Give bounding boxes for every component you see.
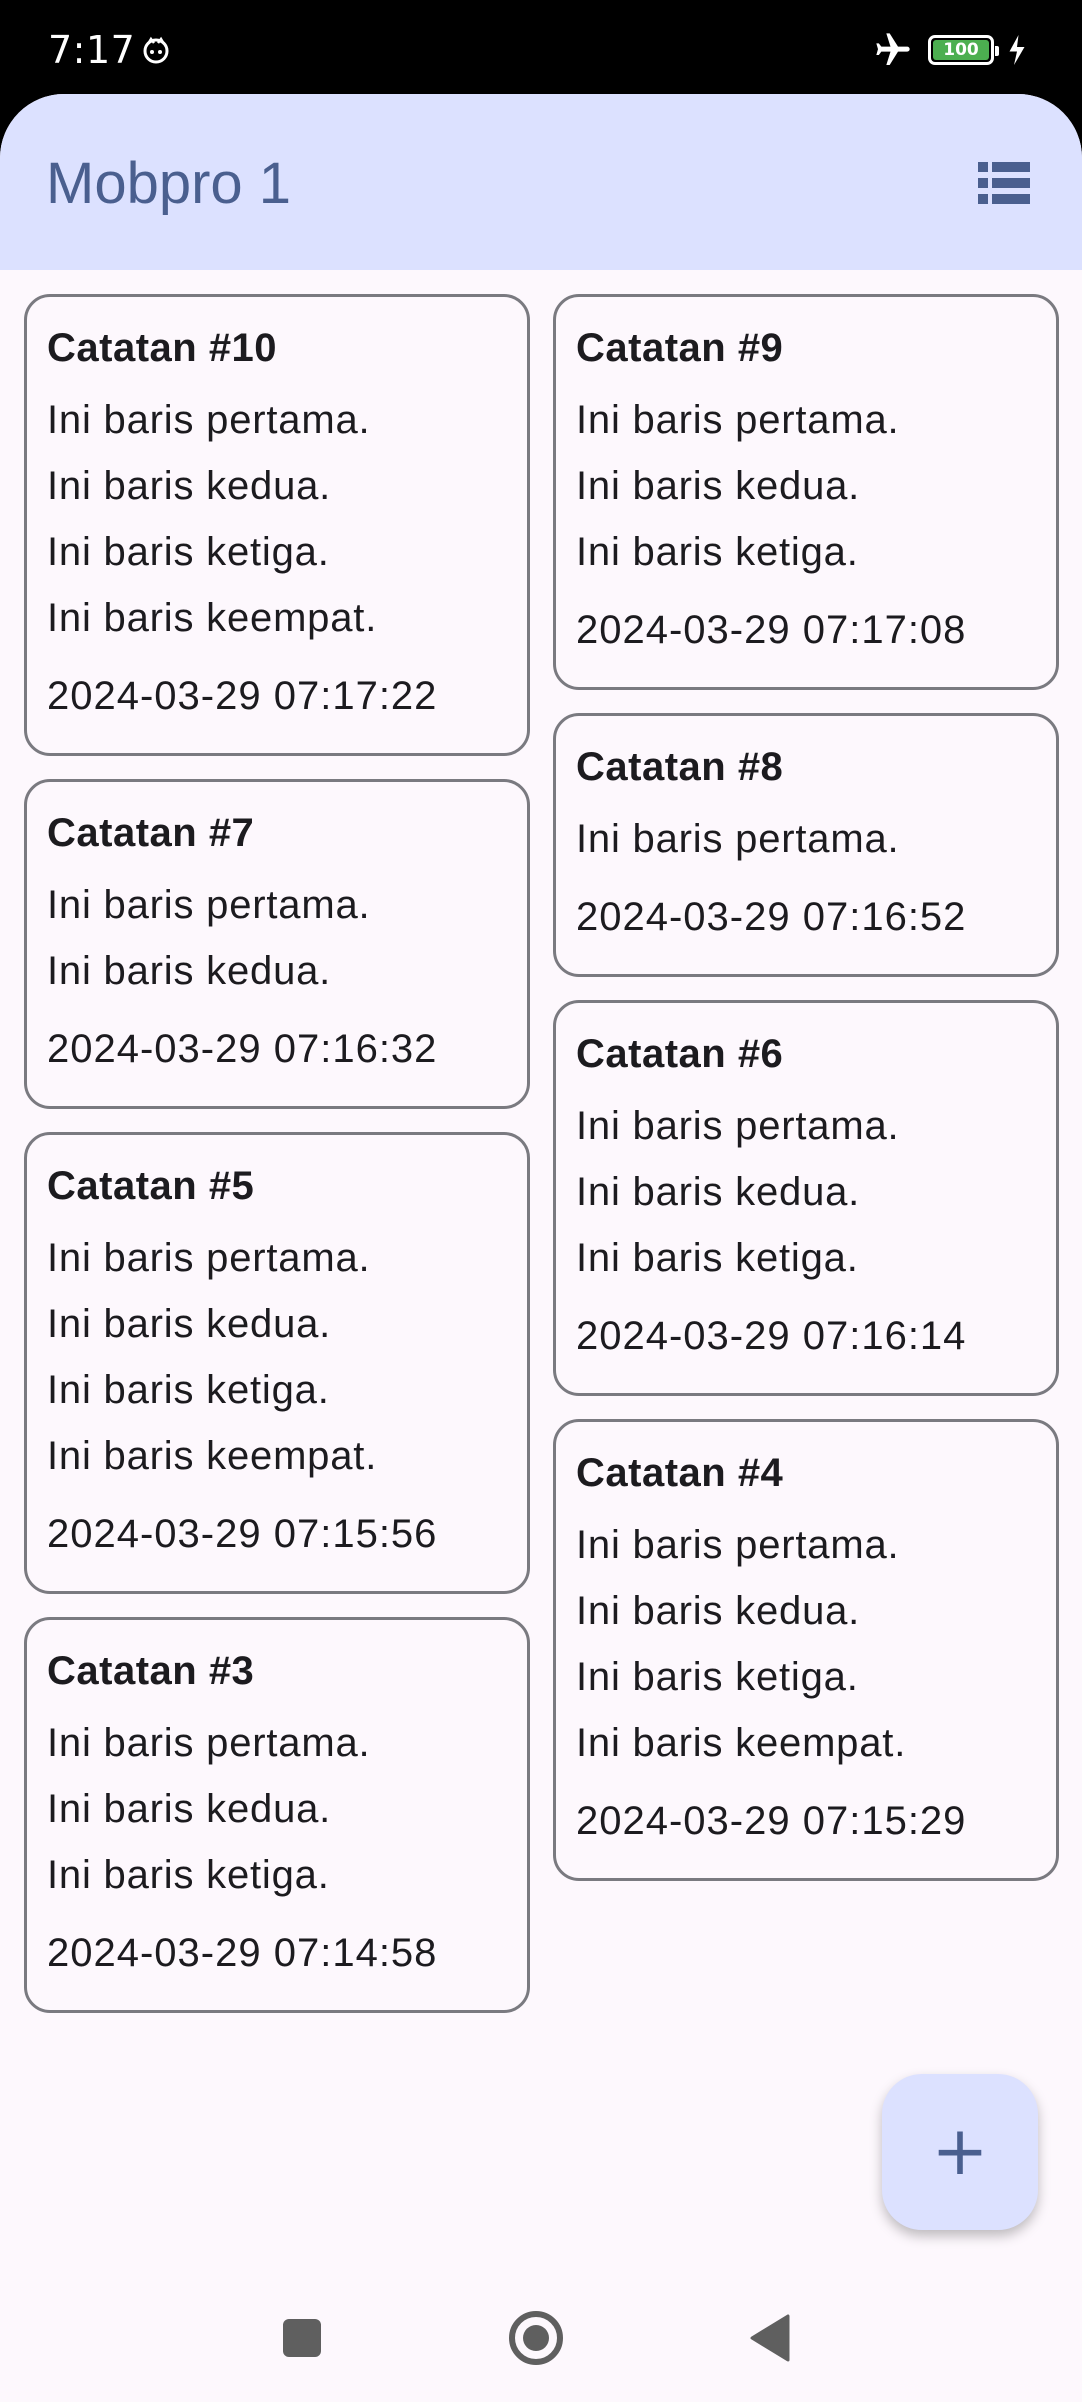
note-card[interactable]: Catatan #6 Ini baris pertama. Ini baris … (553, 1000, 1059, 1396)
note-line: Ini baris pertama. (47, 1721, 371, 1765)
status-icons: 100 (872, 30, 1026, 70)
add-note-button[interactable]: + (882, 2074, 1038, 2230)
airplane-icon (876, 33, 910, 65)
note-line: Ini baris kedua. (576, 1170, 861, 1214)
note-date: 2024-03-29 07:16:32 (47, 1027, 438, 1071)
recents-square-icon[interactable] (266, 2302, 338, 2374)
note-line: Ini baris kedua. (47, 949, 332, 993)
note-card[interactable]: Catatan #8 Ini baris pertama. 2024-03-29… (553, 713, 1059, 977)
note-title: Catatan #7 (47, 811, 255, 855)
app-title: Mobpro 1 (46, 151, 292, 216)
note-line: Ini baris ketiga. (47, 1368, 330, 1412)
note-line: Ini baris pertama. (47, 398, 371, 442)
note-line: Ini baris ketiga. (47, 530, 330, 574)
note-card[interactable]: Catatan #7 Ini baris pertama. Ini baris … (24, 779, 530, 1109)
note-line: Ini baris pertama. (47, 883, 371, 927)
note-line: Ini baris ketiga. (576, 1655, 859, 1699)
cat-face-icon (143, 36, 169, 64)
system-nav-bar (0, 2274, 1082, 2402)
note-title: Catatan #6 (576, 1032, 784, 1076)
note-title: Catatan #4 (576, 1451, 784, 1495)
note-card[interactable]: Catatan #10 Ini baris pertama. Ini baris… (24, 294, 530, 756)
note-line: Ini baris kedua. (576, 1589, 861, 1633)
note-line: Ini baris keempat. (576, 1721, 907, 1765)
note-line: Ini baris pertama. (576, 398, 900, 442)
note-line: Ini baris kedua. (47, 464, 332, 508)
note-title: Catatan #9 (576, 326, 784, 370)
note-title: Catatan #8 (576, 745, 784, 789)
note-line: Ini baris ketiga. (576, 1236, 859, 1280)
note-title: Catatan #3 (47, 1649, 255, 1693)
back-triangle-icon[interactable] (734, 2302, 806, 2374)
note-line: Ini baris kedua. (576, 464, 861, 508)
note-title: Catatan #5 (47, 1164, 255, 1208)
note-card[interactable]: Catatan #9 Ini baris pertama. Ini baris … (553, 294, 1059, 690)
note-date: 2024-03-29 07:16:14 (576, 1314, 967, 1358)
note-card[interactable]: Catatan #4 Ini baris pertama. Ini baris … (553, 1419, 1059, 1881)
note-date: 2024-03-29 07:16:52 (576, 895, 967, 939)
note-card[interactable]: Catatan #5 Ini baris pertama. Ini baris … (24, 1132, 530, 1594)
note-line: Ini baris kedua. (47, 1302, 332, 1346)
battery-level: 100 (933, 40, 989, 60)
note-line: Ini baris keempat. (47, 1434, 378, 1478)
app-screen: Mobpro 1 Catatan #10 Ini baris pertama. … (0, 94, 1082, 2402)
charging-bolt-icon (1009, 35, 1025, 65)
top-app-bar: Mobpro 1 (0, 94, 1082, 270)
note-title: Catatan #10 (47, 326, 278, 370)
note-line: Ini baris kedua. (47, 1787, 332, 1831)
list-view-icon[interactable] (978, 162, 1030, 204)
note-date: 2024-03-29 07:17:08 (576, 608, 967, 652)
note-line: Ini baris pertama. (47, 1236, 371, 1280)
home-circle-icon[interactable] (500, 2302, 572, 2374)
note-date: 2024-03-29 07:15:29 (576, 1799, 967, 1843)
note-card[interactable]: Catatan #3 Ini baris pertama. Ini baris … (24, 1617, 530, 2013)
status-bar: 7:17 100 (0, 0, 1082, 100)
note-date: 2024-03-29 07:17:22 (47, 674, 438, 718)
note-line: Ini baris pertama. (576, 817, 900, 861)
note-date: 2024-03-29 07:15:56 (47, 1512, 438, 1556)
add-icon: + (931, 2112, 989, 2191)
battery-icon: 100 (928, 35, 999, 65)
note-line: Ini baris ketiga. (47, 1853, 330, 1897)
note-line: Ini baris ketiga. (576, 530, 859, 574)
note-line: Ini baris pertama. (576, 1104, 900, 1148)
note-date: 2024-03-29 07:14:58 (47, 1931, 438, 1975)
note-line: Ini baris pertama. (576, 1523, 900, 1567)
note-line: Ini baris keempat. (47, 596, 378, 640)
status-time: 7:17 (48, 28, 136, 72)
